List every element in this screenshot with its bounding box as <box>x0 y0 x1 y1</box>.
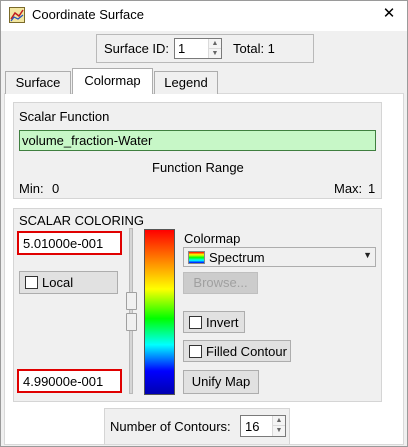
color-min-input[interactable]: 4.99000e-001 <box>17 369 122 393</box>
contours-label: Number of Contours: <box>110 419 231 434</box>
surface-id-value[interactable]: 1 <box>178 41 185 56</box>
colorbar-preview <box>144 229 175 395</box>
tab-surface[interactable]: Surface <box>5 71 71 94</box>
tab-legend[interactable]: Legend <box>154 71 218 94</box>
min-label: Min: <box>19 181 44 196</box>
local-label: Local <box>42 275 74 290</box>
contours-value[interactable]: 16 <box>245 419 259 434</box>
scalar-function-field[interactable]: volume_fraction-Water <box>19 130 376 151</box>
increment-icon[interactable]: ▲ <box>273 416 285 426</box>
range-slider-lower-handle[interactable] <box>126 313 137 331</box>
filled-contour-checkbox[interactable] <box>189 345 202 358</box>
unify-map-button[interactable]: Unify Map <box>183 370 259 394</box>
color-max-input[interactable]: 5.01000e-001 <box>17 231 122 255</box>
decrement-icon[interactable]: ▼ <box>209 49 221 59</box>
range-slider-upper-handle[interactable] <box>126 292 137 310</box>
surface-id-label: Surface ID: <box>104 41 170 56</box>
surface-id-stepper[interactable]: 1 ▲ ▼ <box>174 38 222 59</box>
local-button[interactable]: Local <box>19 271 118 294</box>
scalar-coloring-title: SCALAR COLORING <box>19 213 144 228</box>
function-range-title: Function Range <box>152 160 244 175</box>
range-slider-track[interactable] <box>129 228 133 394</box>
color-max-value[interactable]: 5.01000e-001 <box>23 236 103 251</box>
window-title: Coordinate Surface <box>32 7 145 22</box>
min-value: 0 <box>52 181 60 196</box>
invert-checkbox[interactable] <box>189 316 202 329</box>
invert-button[interactable]: Invert <box>183 311 245 333</box>
invert-label: Invert <box>206 315 239 330</box>
filled-contour-label: Filled Contour <box>206 344 287 359</box>
scalar-function-title: Scalar Function <box>19 109 110 124</box>
surface-total: Total: 1 <box>233 41 275 56</box>
colormap-selected: Spectrum <box>209 250 265 265</box>
local-checkbox[interactable] <box>25 276 38 289</box>
increment-icon[interactable]: ▲ <box>209 39 221 49</box>
colormap-label: Colormap <box>184 231 241 246</box>
decrement-icon[interactable]: ▼ <box>273 426 285 436</box>
max-value: 1 <box>368 181 376 196</box>
contours-stepper[interactable]: 16 ▲ ▼ <box>240 415 286 437</box>
close-icon[interactable]: ✕ <box>374 2 404 28</box>
colormap-select[interactable]: Spectrum ▼ <box>183 247 376 267</box>
max-label: Max: <box>334 181 363 196</box>
filled-contour-button[interactable]: Filled Contour <box>183 340 291 362</box>
coordinate-surface-app-icon <box>9 7 25 23</box>
color-min-value[interactable]: 4.99000e-001 <box>23 374 103 389</box>
chevron-down-icon[interactable]: ▼ <box>363 250 372 260</box>
spectrum-icon <box>188 251 205 264</box>
tab-colormap[interactable]: Colormap <box>72 68 153 94</box>
browse-button[interactable]: Browse... <box>183 272 258 294</box>
